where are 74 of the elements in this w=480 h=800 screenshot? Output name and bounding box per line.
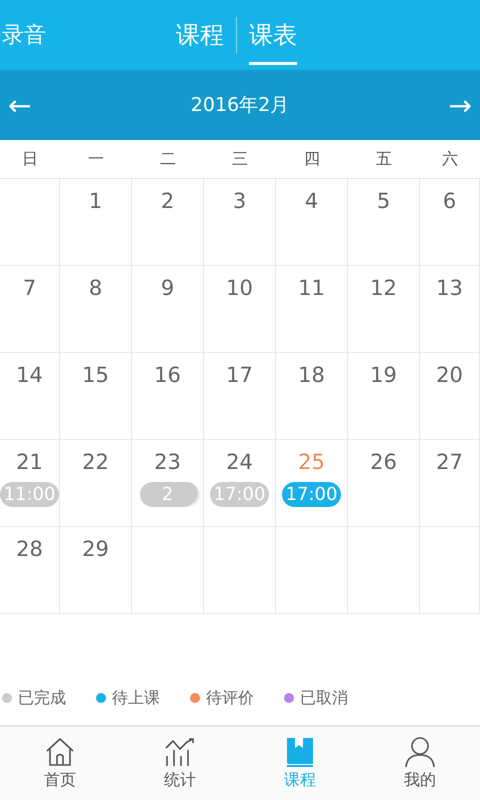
- day-number[interactable]: 23: [154, 450, 181, 474]
- day-number[interactable]: 5: [376, 189, 390, 213]
- prev-month-button[interactable]: ←: [8, 88, 32, 122]
- day-number[interactable]: 10: [226, 276, 253, 300]
- day-number[interactable]: 6: [442, 189, 456, 213]
- weekday-label: 四: [304, 148, 320, 170]
- day-number[interactable]: 2: [160, 189, 174, 213]
- weekday-label: 五: [376, 148, 392, 170]
- calendar-cell[interactable]: 5: [348, 179, 420, 266]
- legend-label: 已取消: [300, 688, 348, 708]
- day-number[interactable]: 14: [16, 363, 43, 387]
- calendar-cell[interactable]: 28: [0, 527, 60, 614]
- calendar-cell[interactable]: 3: [204, 179, 276, 266]
- day-number[interactable]: 1: [88, 189, 102, 213]
- day-number[interactable]: 18: [298, 363, 325, 387]
- calendar-cell[interactable]: 27: [420, 440, 480, 527]
- calendar-cell[interactable]: 19: [348, 353, 420, 440]
- calendar-cell[interactable]: 15: [60, 353, 132, 440]
- weekday-label: 一: [88, 148, 104, 170]
- person-icon: [404, 736, 436, 768]
- month-title: 2016年2月: [190, 93, 290, 118]
- day-number[interactable]: 11: [298, 276, 325, 300]
- day-number[interactable]: 9: [160, 276, 174, 300]
- book-icon: [284, 736, 316, 768]
- day-number[interactable]: 16: [154, 363, 181, 387]
- weekday-label: 六: [442, 148, 458, 170]
- legend-label: 待评价: [206, 688, 254, 708]
- weekday-label: 二: [160, 148, 176, 170]
- day-number[interactable]: 4: [304, 189, 318, 213]
- day-number[interactable]: 17: [226, 363, 253, 387]
- legend-label: 待上课: [112, 688, 160, 708]
- weekday-label: 日: [22, 148, 38, 170]
- day-number[interactable]: 8: [88, 276, 102, 300]
- calendar-cell[interactable]: 10: [204, 266, 276, 353]
- next-month-button[interactable]: →: [448, 88, 472, 122]
- calendar-cell[interactable]: 14: [0, 353, 60, 440]
- calendar-cell[interactable]: 6: [420, 179, 480, 266]
- calendar-cell[interactable]: 2: [132, 179, 204, 266]
- calendar-cell[interactable]: 11: [276, 266, 348, 353]
- day-number[interactable]: 26: [370, 450, 397, 474]
- weekday-label: 三: [232, 148, 248, 170]
- day-number[interactable]: 29: [82, 537, 109, 561]
- calendar-cell[interactable]: 4: [276, 179, 348, 266]
- calendar-cell[interactable]: 13: [420, 266, 480, 353]
- calendar-cell[interactable]: 22: [60, 440, 132, 527]
- calendar-cell[interactable]: 17: [204, 353, 276, 440]
- calendar-cell[interactable]: 7: [0, 266, 60, 353]
- day-number[interactable]: 21: [16, 450, 43, 474]
- calendar-cell[interactable]: 8: [60, 266, 132, 353]
- calendar-cell[interactable]: 20: [420, 353, 480, 440]
- calendar-cell[interactable]: 12: [348, 266, 420, 353]
- day-number[interactable]: 13: [436, 276, 463, 300]
- day-number[interactable]: 20: [436, 363, 463, 387]
- chart-icon: [164, 736, 196, 768]
- calendar-cell[interactable]: 9: [132, 266, 204, 353]
- day-number[interactable]: 3: [232, 189, 246, 213]
- day-number[interactable]: 22: [82, 450, 109, 474]
- day-number[interactable]: 28: [16, 537, 43, 561]
- nav-tab[interactable]: 统计: [120, 727, 240, 800]
- day-number[interactable]: 7: [22, 276, 36, 300]
- day-number[interactable]: 15: [82, 363, 109, 387]
- legend-label: 已完成: [18, 688, 66, 708]
- day-number[interactable]: 19: [370, 363, 397, 387]
- calendar-cell[interactable]: 29: [60, 527, 132, 614]
- day-number[interactable]: 12: [370, 276, 397, 300]
- calendar-cell[interactable]: 26: [348, 440, 420, 527]
- nav-tab[interactable]: 首页: [0, 727, 120, 800]
- calendar-cell[interactable]: 16: [132, 353, 204, 440]
- day-number[interactable]: 24: [226, 450, 253, 474]
- day-number[interactable]: 27: [436, 450, 463, 474]
- calendar-cell[interactable]: 1: [60, 179, 132, 266]
- calendar-cell[interactable]: 18: [276, 353, 348, 440]
- home-icon: [44, 736, 76, 768]
- nav-tab[interactable]: 我的: [360, 727, 480, 800]
